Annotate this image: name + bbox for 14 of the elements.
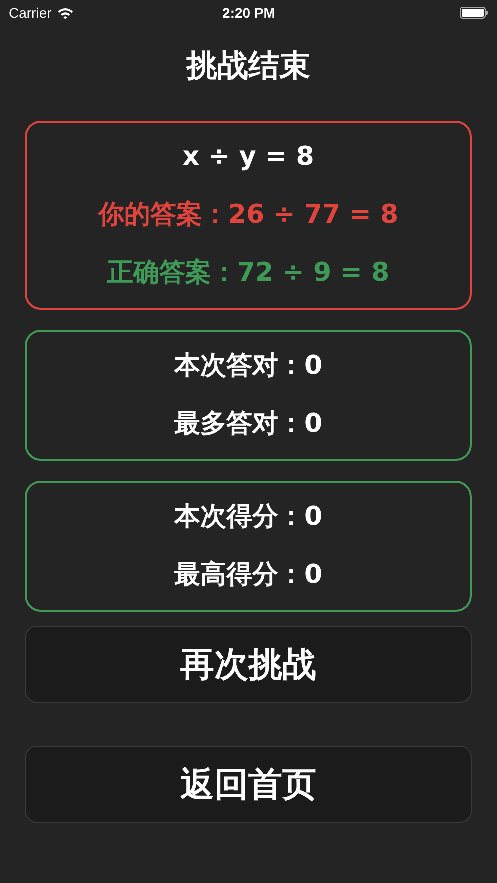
battery-icon	[460, 7, 489, 19]
page-title: 挑战结束	[184, 47, 312, 86]
wifi-icon	[56, 6, 74, 20]
carrier-name: Carrier	[9, 5, 52, 21]
result-text: 最多答对：0	[174, 408, 323, 441]
result-text: 本次得分：0	[174, 501, 323, 534]
result-text: 最高得分：0	[174, 559, 323, 592]
correct-answer-text: 正确答案：72 ÷ 9 = 8	[107, 257, 390, 290]
clock-time: 2:20 PM	[222, 5, 276, 21]
result-text: x ÷ y = 8	[182, 141, 314, 174]
user-answer-text: 你的答案：26 ÷ 77 = 8	[98, 199, 399, 232]
action-button[interactable]: 再次挑战	[25, 626, 472, 703]
action-button[interactable]: 返回首页	[25, 746, 472, 823]
result-text: 本次答对：0	[174, 350, 323, 383]
